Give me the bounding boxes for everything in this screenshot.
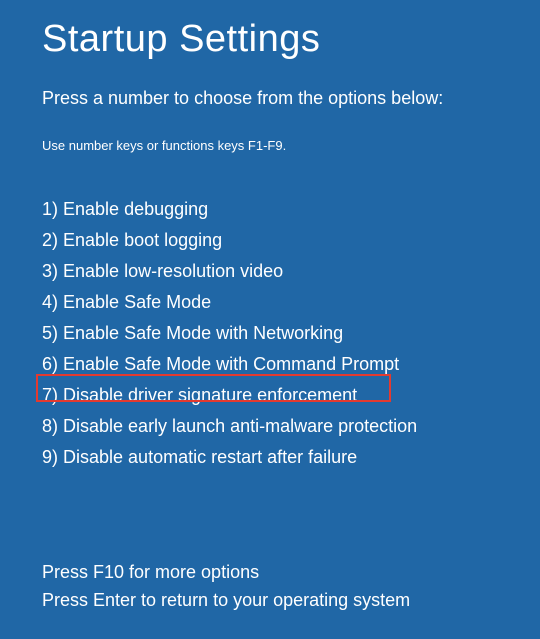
option-num: 4	[42, 292, 52, 312]
option-num: 8	[42, 416, 52, 436]
footer-more-options: Press F10 for more options	[42, 558, 410, 586]
options-list: 1) Enable debugging 2) Enable boot loggi…	[42, 194, 417, 473]
option-label: Enable Safe Mode with Command Prompt	[63, 354, 399, 374]
option-label: Disable driver signature enforcement	[63, 385, 357, 405]
option-2[interactable]: 2) Enable boot logging	[42, 225, 417, 256]
option-1[interactable]: 1) Enable debugging	[42, 194, 417, 225]
option-num: 3	[42, 261, 52, 281]
option-label: Enable boot logging	[63, 230, 222, 250]
option-9[interactable]: 9) Disable automatic restart after failu…	[42, 442, 417, 473]
option-num: 5	[42, 323, 52, 343]
hint-text: Use number keys or functions keys F1-F9.	[42, 138, 286, 153]
page-title: Startup Settings	[42, 18, 320, 61]
option-num: 9	[42, 447, 52, 467]
option-num: 1	[42, 199, 52, 219]
option-num: 6	[42, 354, 52, 374]
option-3[interactable]: 3) Enable low-resolution video	[42, 256, 417, 287]
option-label: Enable Safe Mode with Networking	[63, 323, 343, 343]
option-label: Enable debugging	[63, 199, 208, 219]
option-label: Disable early launch anti-malware protec…	[63, 416, 417, 436]
option-7[interactable]: 7) Disable driver signature enforcement	[42, 380, 417, 411]
option-4[interactable]: 4) Enable Safe Mode	[42, 287, 417, 318]
footer-return-os: Press Enter to return to your operating …	[42, 586, 410, 614]
option-6[interactable]: 6) Enable Safe Mode with Command Prompt	[42, 349, 417, 380]
option-8[interactable]: 8) Disable early launch anti-malware pro…	[42, 411, 417, 442]
option-num: 2	[42, 230, 52, 250]
option-label: Disable automatic restart after failure	[63, 447, 357, 467]
instruction-text: Press a number to choose from the option…	[42, 88, 443, 109]
option-label: Enable low-resolution video	[63, 261, 283, 281]
option-num: 7	[42, 385, 52, 405]
footer: Press F10 for more options Press Enter t…	[42, 558, 410, 614]
option-label: Enable Safe Mode	[63, 292, 211, 312]
option-5[interactable]: 5) Enable Safe Mode with Networking	[42, 318, 417, 349]
